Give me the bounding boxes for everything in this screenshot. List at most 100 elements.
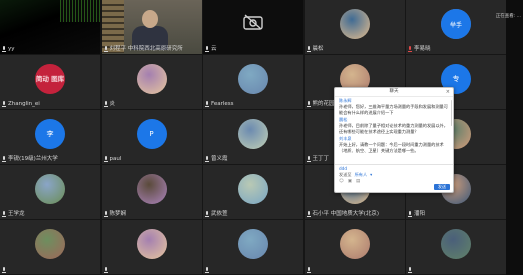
participant-name-row: 熊的花园	[306, 101, 335, 108]
participant-name-row	[408, 266, 414, 273]
microphone-icon	[408, 266, 412, 273]
participant-tile[interactable]	[101, 220, 202, 274]
microphone-icon	[205, 211, 209, 217]
participant-tile[interactable]	[203, 220, 303, 274]
participant-name-row	[103, 266, 110, 273]
participant-name-row: 陈梦娴	[103, 210, 127, 218]
microphone-icon	[103, 211, 108, 217]
avatar	[136, 64, 167, 94]
participant-tile[interactable]: 王学龙	[0, 165, 100, 219]
file-icon[interactable]: ▤	[356, 179, 360, 185]
message-text: 开始上好，请教一个问题：今后一段时间重力测量的技术（地质、航空、卫星）关键方法是…	[339, 142, 444, 153]
avatar	[136, 229, 167, 259]
participant-tile[interactable]: 武依萱	[203, 165, 303, 219]
microphone-icon	[408, 46, 412, 52]
participant-name-row: 武依萱	[205, 211, 228, 218]
participant-name-row: 云	[205, 46, 217, 53]
participant-name: 陈梦娴	[109, 210, 127, 217]
emoji-icon[interactable]: ☺	[339, 179, 344, 185]
participant-name-row: paul	[103, 155, 122, 163]
avatar	[238, 64, 268, 94]
participant-name: yy	[8, 45, 15, 52]
avatar	[238, 229, 268, 259]
participant-tile[interactable]: 晨松	[304, 0, 405, 54]
participant-tile[interactable]	[0, 220, 100, 274]
microphone-icon	[103, 46, 108, 52]
participant-name: 王学龙	[8, 210, 25, 217]
participant-tile[interactable]	[304, 220, 405, 274]
image-icon[interactable]: ▣	[348, 179, 352, 185]
chat-message: 晨松 孙老师，目前除了量子相对论技术的重力测量的发展以外，还有哪些可能在技术途径…	[339, 117, 449, 135]
send-button[interactable]: 发送	[434, 184, 450, 190]
participant-name-row: 曾义霞	[205, 156, 228, 163]
microphone-icon	[306, 46, 311, 52]
participant-tile[interactable]: 陈梦娴	[101, 165, 202, 219]
raise-hand-badge: 举手	[441, 9, 471, 39]
avatar	[136, 174, 167, 204]
avatar	[339, 9, 370, 39]
participant-name: 王丁丁	[312, 155, 330, 162]
microphone-icon	[103, 101, 108, 107]
participant-tile[interactable]: 举手李易晓	[406, 0, 506, 54]
participant-name-row: 李易晓	[408, 46, 431, 53]
participant-tile[interactable]: Ppaul	[101, 110, 202, 164]
send-to-label: 发送至	[339, 172, 352, 177]
participant-name-row: 石小平 中国地质大学(北京)	[306, 210, 380, 218]
chevron-down-icon[interactable]: ▾	[370, 172, 372, 178]
close-icon[interactable]: ×	[446, 88, 450, 96]
chat-scrollbar[interactable]	[450, 100, 452, 126]
participant-name: 刘程平 中科院西北高原研究所	[109, 45, 183, 52]
microphone-icon	[306, 211, 311, 217]
view-mode-label[interactable]: 正在查看: ...	[496, 13, 521, 19]
participant-name: paul	[109, 155, 122, 162]
avatar	[35, 174, 65, 204]
microphone-icon	[205, 46, 209, 52]
participant-tile[interactable]: yy	[0, 0, 100, 54]
participant-name: 武依萱	[211, 210, 228, 217]
participant-name-row: 刘程平 中科院西北高原研究所	[103, 45, 183, 53]
participant-name: 曾义霞	[211, 155, 228, 162]
participant-tile[interactable]: 云	[203, 0, 303, 54]
microphone-icon	[2, 156, 6, 162]
microphone-icon	[306, 266, 311, 273]
participant-name: 李锐(19级)兰州大学	[8, 155, 58, 162]
participant-name: 李易晓	[414, 45, 431, 52]
participant-name: 潘阳	[414, 210, 426, 217]
participant-tile[interactable]: Fearless	[203, 55, 303, 109]
chat-message: 刘丰泉 开始上好，请教一个问题：今后一段时间重力测量的技术（地质、航空、卫星）关…	[339, 136, 449, 154]
avatar	[238, 119, 268, 149]
participant-name: 石小平 中国地质大学(北京)	[312, 210, 380, 217]
participant-name-row	[306, 266, 313, 273]
participant-tile[interactable]: 曾义霞	[203, 110, 303, 164]
video-artifact	[60, 0, 100, 22]
participant-name-row: Zhanglin_ei	[2, 101, 40, 108]
avatar: P	[136, 119, 167, 149]
participant-tile[interactable]: 炎	[101, 55, 202, 109]
microphone-icon	[2, 46, 6, 52]
microphone-icon	[205, 156, 209, 162]
avatar	[35, 229, 65, 259]
participant-tile[interactable]: 李李锐(19级)兰州大学	[0, 110, 100, 164]
microphone-icon	[103, 156, 108, 162]
participant-name-row	[205, 266, 211, 273]
chat-title: 聊天	[389, 89, 399, 94]
participant-name-row: yy	[2, 46, 15, 53]
chat-composer: ddd 发送至 所有人 ▾ ☺ ▣ ▤ 发送	[335, 164, 453, 192]
participant-name-row: 晨松	[306, 46, 324, 53]
participant-tile[interactable]: 刘程平 中科院西北高原研究所	[101, 0, 202, 54]
right-edge-strip	[506, 0, 523, 275]
microphone-icon	[205, 266, 209, 273]
participant-tile[interactable]: 简动 图库 Zhanglin_ei	[0, 55, 100, 109]
participant-name-row: 炎	[103, 101, 115, 108]
chat-panel: 聊天 × 陈永辉 孙老师，您好，三维海平量力场测量的手段和发展和测量可能会有什么…	[334, 87, 454, 193]
send-to-dropdown[interactable]: 所有人	[355, 172, 368, 178]
microphone-icon	[2, 211, 6, 217]
participant-name: Zhanglin_ei	[8, 100, 40, 107]
chat-title-bar: 聊天 ×	[335, 88, 453, 97]
camera-off-icon	[242, 14, 264, 34]
participant-tile[interactable]	[406, 220, 506, 274]
chat-messages: 陈永辉 孙老师，您好，三维海平量力场测量的手段和发展和测量可能会有什么样的进展介…	[335, 97, 453, 169]
participant-name-row: Fearless	[205, 101, 234, 108]
microphone-icon	[306, 156, 311, 162]
participant-name-row: 王学龙	[2, 211, 25, 218]
